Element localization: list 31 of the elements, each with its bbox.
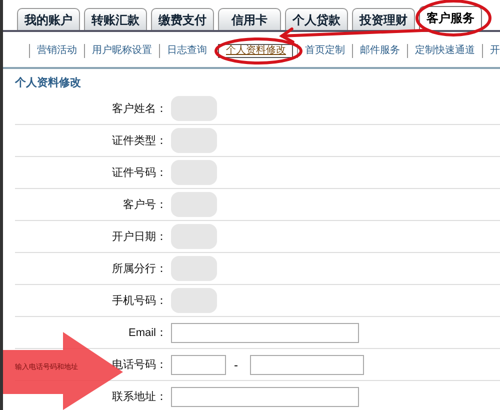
field-label: 证件类型： — [112, 135, 167, 147]
nav-tab[interactable]: 客户服务 — [419, 6, 482, 30]
subnav-link[interactable]: 邮件服务 — [352, 44, 407, 58]
section-title: 个人资料修改 — [15, 76, 82, 91]
nav-tab[interactable]: 投资理财 — [352, 8, 415, 30]
subnav-link[interactable]: 用户昵称设置 — [84, 44, 159, 58]
phone-field[interactable] — [250, 354, 364, 374]
address-field[interactable] — [171, 386, 359, 406]
field-label: 客户姓名： — [112, 103, 167, 115]
subnav-link[interactable]: 营销活动 — [29, 44, 84, 58]
dash-separator: - — [234, 358, 238, 372]
subnav-link[interactable]: 定制快速通道 — [407, 44, 482, 58]
field-label: 开户日期： — [112, 231, 167, 243]
nav-tab[interactable]: 转账汇款 — [84, 8, 147, 30]
nav-tab[interactable]: 个人贷款 — [285, 8, 348, 30]
subnav-link[interactable]: 首页定制 — [297, 44, 352, 58]
field-label: 客户号： — [123, 199, 167, 211]
subnav-link[interactable]: 个人资料修改 — [218, 44, 293, 58]
nav-tab[interactable]: 信用卡 — [218, 8, 281, 30]
field-label: 联系地址： — [112, 391, 167, 403]
field-label: Email： — [128, 327, 167, 339]
nav-tab[interactable]: 缴费支付 — [151, 8, 214, 30]
field-label: 手机号码： — [112, 295, 167, 307]
field-label: 电话号码： — [112, 359, 167, 371]
nav-tab[interactable]: 我的账户 — [17, 8, 80, 30]
email-field[interactable] — [171, 322, 359, 342]
area-code-field[interactable] — [171, 354, 226, 374]
subnav-link[interactable]: 日志查询 — [159, 44, 214, 58]
field-label: 证件号码： — [112, 167, 167, 179]
field-label: 所属分行： — [112, 263, 167, 275]
subnav-link[interactable]: 开 — [482, 44, 500, 58]
